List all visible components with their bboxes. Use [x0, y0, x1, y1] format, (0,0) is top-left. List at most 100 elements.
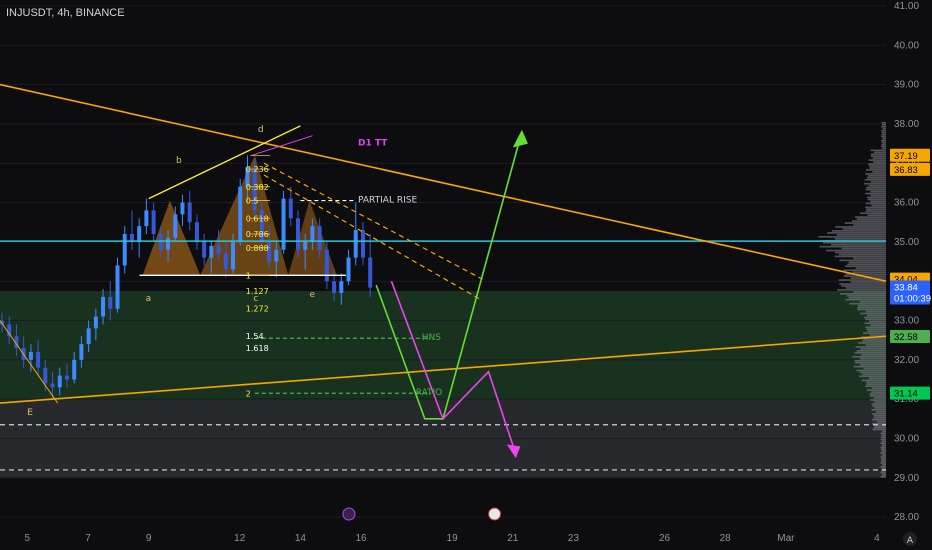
- time-tick-label: 19: [447, 533, 459, 544]
- profile-bar: [881, 135, 886, 138]
- time-tick-label: 14: [295, 533, 307, 544]
- time-tick-label: 5: [25, 533, 31, 544]
- wave-label-e: e: [309, 290, 315, 300]
- profile-bar: [872, 418, 886, 421]
- candle-body: [86, 328, 91, 345]
- profile-bar: [862, 340, 886, 342]
- wave-label-b: b: [176, 156, 182, 166]
- profile-bar: [861, 353, 886, 356]
- time-tick-label: 4: [874, 533, 880, 544]
- profile-bar: [880, 471, 886, 474]
- profile-bar: [860, 357, 886, 360]
- profile-bar: [880, 475, 886, 478]
- time-axis[interactable]: 5 7 9 12 14 16 19 21 23 26 28 Mar 4 A: [0, 507, 932, 550]
- profile-bar: [882, 137, 886, 140]
- candle-body: [187, 202, 192, 223]
- profile-bar: [866, 176, 886, 179]
- profile-bar: [819, 245, 886, 248]
- time-tick-label: 16: [356, 533, 368, 544]
- profile-bar: [871, 387, 886, 390]
- profile-bar: [871, 391, 886, 393]
- profile-bar: [881, 141, 886, 144]
- candle-body: [274, 249, 279, 262]
- label-hns: HNS: [422, 333, 442, 343]
- profile-bar: [863, 367, 886, 370]
- profile-bar: [853, 291, 886, 293]
- profile-bar: [880, 456, 886, 458]
- profile-bar: [865, 206, 886, 209]
- candle-body: [158, 234, 163, 250]
- profile-bar: [881, 143, 886, 146]
- profile-bar: [857, 308, 886, 311]
- profile-bar: [851, 220, 886, 222]
- profile-bar: [866, 208, 886, 211]
- profile-bar: [880, 452, 886, 454]
- candle-body: [137, 226, 142, 242]
- price-tag-label: 36.83: [894, 165, 918, 176]
- profile-bar: [852, 271, 886, 274]
- wave-label-a: a: [146, 294, 152, 304]
- profile-bar: [870, 180, 886, 183]
- profile-bar: [859, 375, 886, 378]
- profile-bar: [856, 218, 886, 220]
- profile-bar: [818, 235, 886, 238]
- candle-body: [310, 226, 315, 242]
- candle-body: [303, 241, 308, 250]
- candle-body: [332, 281, 337, 293]
- candle-body: [231, 241, 236, 270]
- price-tick-label: 29.00: [894, 473, 919, 484]
- profile-bar: [865, 326, 886, 329]
- profile-bar: [865, 318, 886, 321]
- candle-body: [360, 230, 365, 258]
- profile-bar: [842, 228, 886, 230]
- wave-label-E: E: [27, 408, 33, 418]
- profile-bar: [837, 289, 886, 291]
- candle-body: [72, 359, 77, 380]
- fib-label: 1.54: [246, 332, 264, 341]
- price-tick-label: 28.00: [894, 512, 919, 523]
- price-tick-label: 40.00: [894, 40, 919, 51]
- price-chart[interactable]: 41.0040.0039.0038.0037.0036.0035.0034.00…: [0, 0, 932, 550]
- profile-bar: [835, 251, 886, 254]
- fib-label: 1.618: [246, 344, 269, 353]
- profile-bar: [849, 302, 886, 305]
- candle-body: [281, 198, 286, 250]
- profile-bar: [882, 127, 886, 130]
- profile-bar: [836, 234, 886, 236]
- profile-bar: [844, 222, 886, 224]
- time-tick-label: 26: [659, 533, 671, 544]
- profile-bar: [845, 287, 886, 289]
- label-d1-tt: D1 TT: [358, 139, 388, 149]
- profile-bar: [880, 448, 886, 450]
- profile-bar: [867, 196, 886, 199]
- time-tick-label: Mar: [777, 533, 795, 544]
- profile-bar: [867, 175, 886, 177]
- candle-body: [79, 344, 84, 360]
- candle-body: [57, 375, 62, 388]
- profile-bar: [866, 314, 886, 317]
- profile-bar: [862, 332, 886, 334]
- label-partial-rise: PARTIAL RISE: [358, 196, 417, 206]
- profile-bar: [848, 296, 886, 299]
- profile-bar: [880, 446, 886, 449]
- profile-bar: [870, 200, 886, 203]
- price-tick-label: 38.00: [894, 119, 919, 130]
- profile-bar: [881, 450, 886, 452]
- profile-bar: [858, 342, 886, 344]
- profile-bar: [864, 316, 886, 319]
- price-tick-label: 35.00: [894, 237, 919, 248]
- candle-body: [295, 218, 300, 250]
- profile-bar: [869, 399, 886, 401]
- profile-bar: [865, 188, 886, 191]
- profile-bar: [826, 249, 886, 252]
- profile-bar: [852, 355, 886, 358]
- profile-bar: [882, 464, 886, 466]
- candle-body: [209, 245, 214, 258]
- price-tick-label: 30.00: [894, 433, 919, 444]
- wave-label-d: d: [258, 125, 264, 135]
- fib-label: 0.618: [246, 214, 269, 223]
- profile-bar: [881, 131, 886, 134]
- profile-bar: [866, 186, 886, 189]
- profile-bar: [839, 259, 886, 262]
- profile-bar: [855, 267, 886, 270]
